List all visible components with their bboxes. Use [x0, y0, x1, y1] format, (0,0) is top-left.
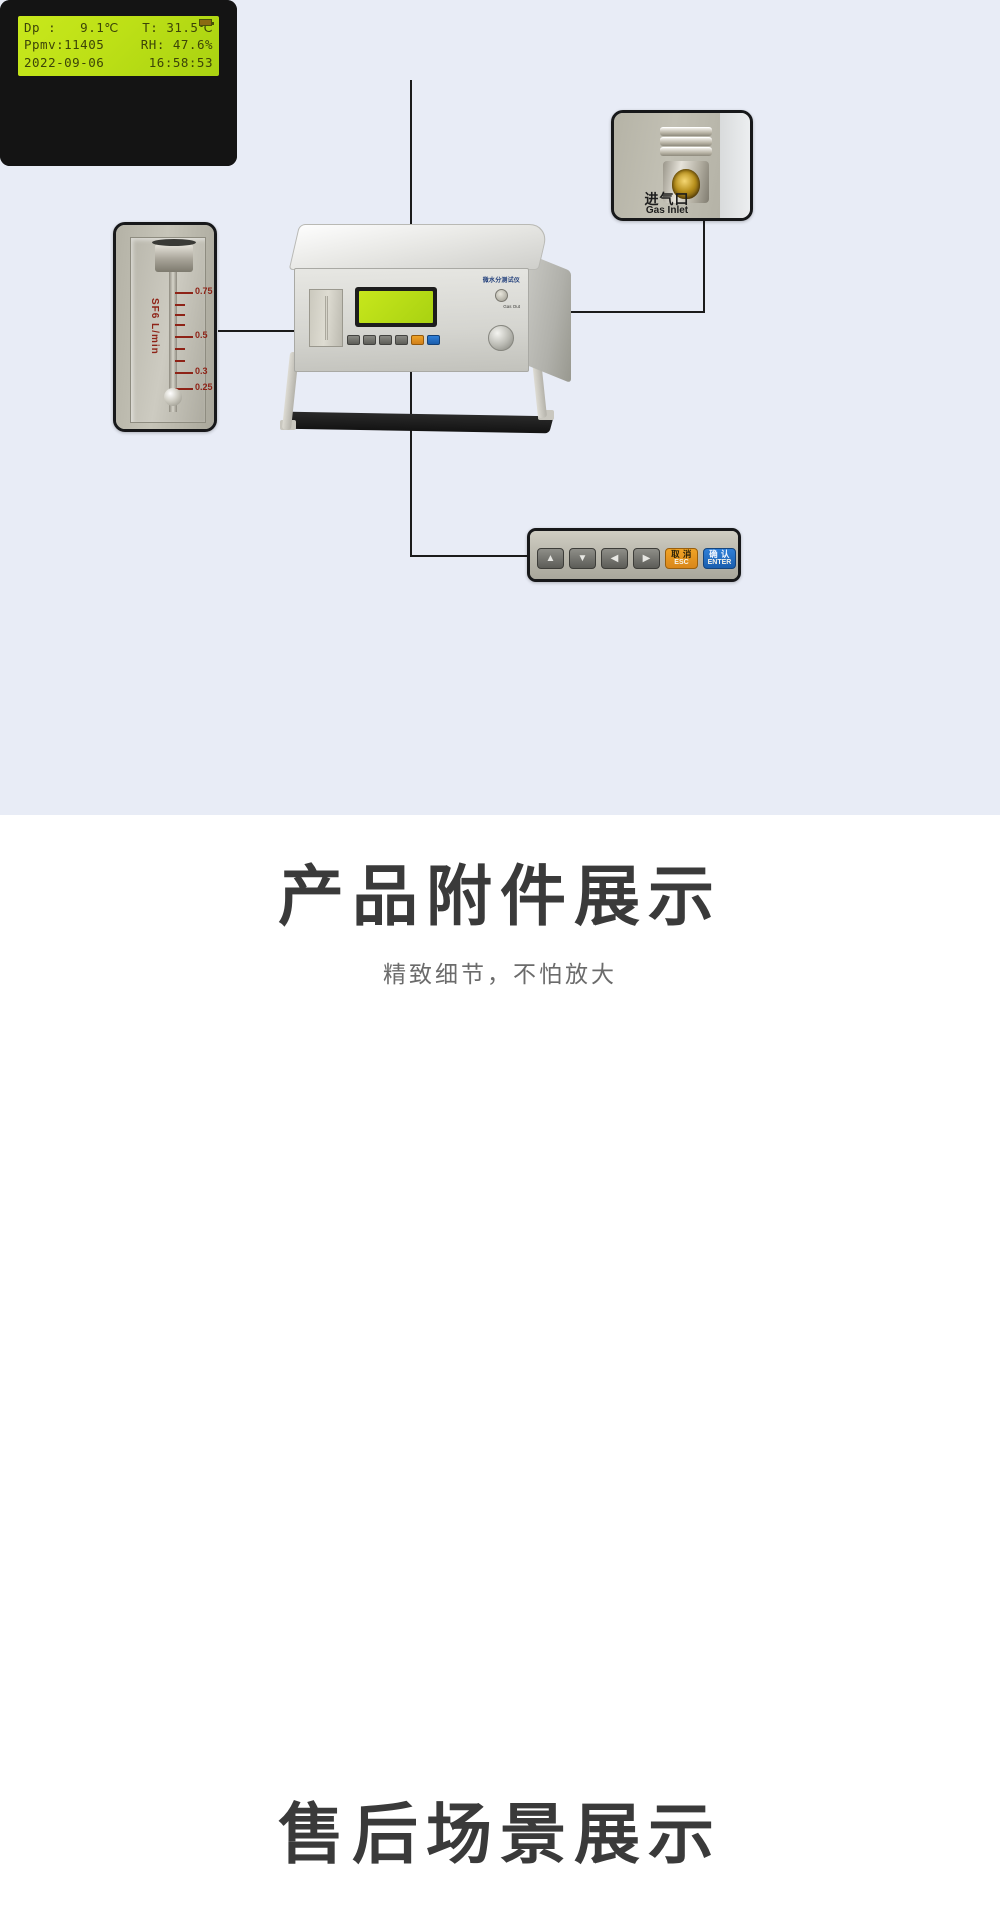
- down-arrow-icon[interactable]: ▼: [569, 548, 596, 569]
- down-arrow-glyph: ▼: [577, 553, 588, 564]
- flow-meter-unit-label: SF6 L/min: [149, 298, 160, 355]
- after-sales-section: 售后场景展示: [0, 1695, 1000, 1908]
- up-arrow-icon[interactable]: ▲: [537, 548, 564, 569]
- instrument-display: [355, 287, 437, 327]
- instrument-side-panel: [526, 252, 571, 384]
- instrument-front-panel: 微水分测试仪 Gas Out: [294, 268, 529, 372]
- instrument-key-down[interactable]: [363, 335, 376, 345]
- lcd-line-2: Ppmv:11405 RH: 47.6%: [24, 36, 213, 53]
- lcd-line-3: 2022-09-06 16:58:53: [24, 53, 213, 71]
- battery-icon: [199, 19, 214, 26]
- left-arrow-icon[interactable]: ◀: [601, 548, 628, 569]
- gas-inlet-label: 进气口 Gas Inlet: [644, 190, 690, 216]
- instrument-gas-port[interactable]: [495, 289, 508, 302]
- up-arrow-glyph: ▲: [545, 553, 556, 564]
- left-arrow-glyph: ◀: [610, 553, 619, 564]
- flow-tick-label: 0.25: [195, 382, 213, 392]
- instrument-brand-label: 微水分测试仪: [482, 278, 520, 284]
- esc-button[interactable]: 取 消 ESC: [665, 548, 698, 569]
- keypad-button-row: ▲ ▼ ◀ ▶ 取 消 ESC 确 认 ENTER: [537, 548, 736, 569]
- instrument-key-enter[interactable]: [427, 335, 440, 345]
- instrument-key-right[interactable]: [395, 335, 408, 345]
- lcd-line-1: Dp : 9.1℃ T: 31.5℃: [24, 19, 213, 36]
- accessories-section: 产品附件展示 精致细节，不怕放大 带针阀测试管道 出气管道 9 电源线: [0, 815, 1000, 1908]
- page-title: 产品附件展示: [278, 859, 722, 933]
- instrument-gas-port-label: Gas Out: [503, 304, 520, 309]
- after-sales-title: 售后场景展示: [278, 1797, 722, 1871]
- enter-button[interactable]: 确 认 ENTER: [703, 548, 736, 569]
- right-arrow-icon[interactable]: ▶: [633, 548, 660, 569]
- instrument-key-up[interactable]: [347, 335, 360, 345]
- instrument-top-lid: [288, 224, 550, 270]
- page-subtitle: 精致细节，不怕放大: [383, 961, 617, 988]
- flow-tick-label: 0.75: [195, 286, 213, 296]
- instrument-photo: 微水分测试仪 Gas Out: [272, 224, 572, 439]
- instrument-keypad[interactable]: [347, 335, 440, 345]
- lcd-dewpoint-value: Dp : 9.1℃: [24, 20, 119, 35]
- instrument-handle-bar: [282, 411, 554, 434]
- flow-meter-window: SF6 L/min 0.75 0.5 0.3 0.25: [130, 237, 213, 423]
- leader-line-gas-inlet-vertical: [703, 219, 705, 312]
- lcd-ppmv-value: Ppmv:11405: [24, 37, 105, 52]
- gas-inlet-callout: 进气口 Gas Inlet: [611, 110, 753, 221]
- lcd-rh-value: RH: 47.6%: [140, 37, 213, 52]
- instrument-flow-knob[interactable]: [488, 325, 514, 351]
- leader-line-keypad-horizontal: [410, 555, 530, 557]
- instrument-key-esc[interactable]: [411, 335, 424, 345]
- flow-tick-label: 0.3: [195, 366, 208, 376]
- lcd-screen: Dp : 9.1℃ T: 31.5℃ Ppmv:11405 RH: 47.6% …: [18, 16, 219, 76]
- instrument-key-left[interactable]: [379, 335, 392, 345]
- lcd-display-callout: Dp : 9.1℃ T: 31.5℃ Ppmv:11405 RH: 47.6% …: [0, 0, 237, 166]
- annotated-product-diagram-section: Dp : 9.1℃ T: 31.5℃ Ppmv:11405 RH: 47.6% …: [0, 0, 1000, 815]
- right-arrow-glyph: ▶: [642, 553, 651, 564]
- instrument-flow-meter: [309, 289, 343, 347]
- flow-meter-scale: 0.75 0.5 0.3 0.25: [175, 284, 214, 404]
- flow-meter-callout: SF6 L/min 0.75 0.5 0.3 0.25: [113, 222, 217, 432]
- flow-tick-label: 0.5: [195, 330, 208, 340]
- keypad-callout: ▲ ▼ ◀ ▶ 取 消 ESC 确 认 ENTER: [527, 528, 741, 582]
- lcd-date-value: 2022-09-06: [24, 55, 105, 70]
- flow-meter-float-ball: [164, 388, 182, 406]
- lcd-time-value: 16:58:53: [148, 55, 213, 70]
- flow-meter-cap: [152, 239, 196, 272]
- product-detail-page: Dp : 9.1℃ T: 31.5℃ Ppmv:11405 RH: 47.6% …: [0, 0, 1000, 1908]
